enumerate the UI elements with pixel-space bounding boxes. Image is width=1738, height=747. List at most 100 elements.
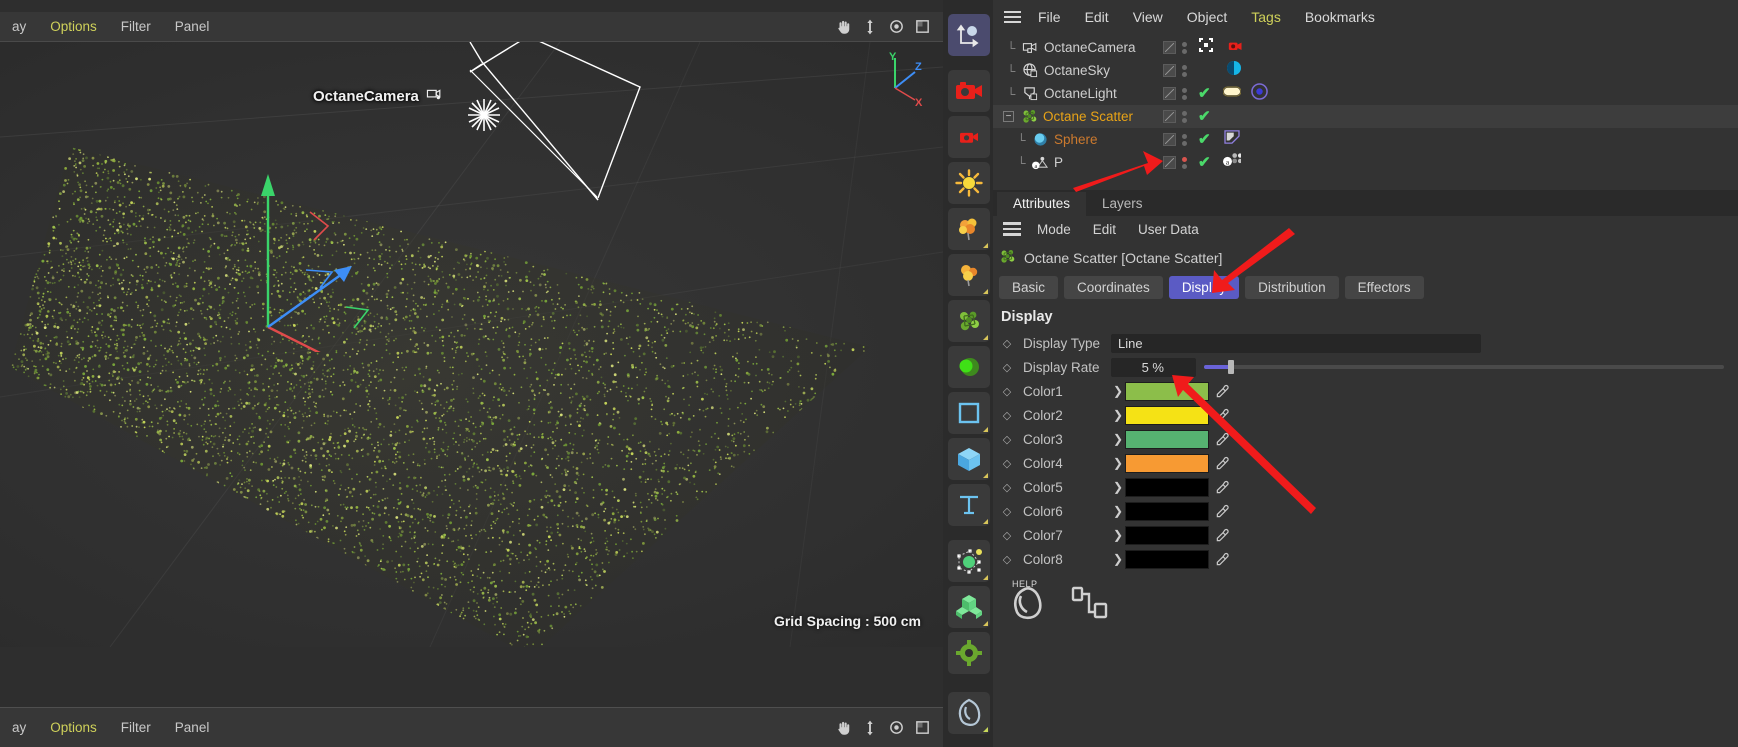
object-manager[interactable]: └ OctaneCamera └ OctaneSky └ OctaneLight…	[993, 34, 1738, 190]
rotate-icon-bottom[interactable]	[883, 715, 909, 741]
keyframe-diamond-icon[interactable]: ◇	[999, 385, 1015, 398]
object-row-octane-scatter[interactable]: − Octane Scatter ✔	[993, 105, 1738, 128]
keyframe-diamond-icon[interactable]: ◇	[999, 361, 1015, 374]
object-tags[interactable]	[1163, 60, 1242, 81]
object-tags[interactable]: ✔	[1163, 130, 1240, 149]
slider-track[interactable]	[1204, 365, 1724, 369]
eyedropper-icon[interactable]	[1209, 504, 1235, 519]
tree-scatter-orange2-icon[interactable]	[948, 254, 990, 296]
expand-collapse-icon[interactable]: −	[1003, 111, 1014, 122]
keyframe-diamond-icon[interactable]: ◇	[999, 553, 1015, 566]
eyedropper-icon[interactable]	[1209, 456, 1235, 471]
color-swatch-4[interactable]	[1125, 454, 1209, 473]
octane-logo-icon[interactable]	[948, 692, 990, 734]
visibility-dots[interactable]	[1182, 42, 1187, 54]
property-row-color5[interactable]: ◇ Color5 ❯	[993, 475, 1738, 499]
subtab-coordinates[interactable]: Coordinates	[1064, 276, 1163, 299]
cloner-green-icon[interactable]	[948, 586, 990, 628]
property-row-color6[interactable]: ◇ Color6 ❯	[993, 499, 1738, 523]
subtab-basic[interactable]: Basic	[999, 276, 1058, 299]
viewport-bottom-menu-panel[interactable]: Panel	[163, 720, 222, 735]
viewport-bottom-menu-filter[interactable]: Filter	[109, 720, 163, 735]
viewport-menu-options[interactable]: Options	[38, 19, 109, 34]
visibility-dots[interactable]	[1182, 88, 1187, 100]
menu-burger-icon[interactable]	[999, 4, 1025, 30]
viewport-canvas[interactable]: OctaneCamera Grid Spacing : 500 cm Y Z X	[0, 42, 943, 647]
chevron-right-icon[interactable]: ❯	[1111, 552, 1125, 566]
object-axis-handles[interactable]	[250, 152, 420, 352]
move-vertical-icon[interactable]	[857, 14, 883, 40]
eyedropper-icon[interactable]	[1209, 528, 1235, 543]
visibility-dots[interactable]	[1182, 134, 1187, 146]
enabled-check-icon[interactable]: ✔	[1198, 109, 1211, 124]
property-row-color1[interactable]: ◇ Color1 ❯	[993, 379, 1738, 403]
attr-menu-edit[interactable]: Edit	[1083, 220, 1126, 239]
axis-object-icon[interactable]	[948, 14, 990, 56]
keyframe-diamond-icon[interactable]: ◇	[999, 433, 1015, 446]
eyedropper-icon[interactable]	[1209, 384, 1235, 399]
subtab-distribution[interactable]: Distribution	[1245, 276, 1339, 299]
keyframe-diamond-icon[interactable]: ◇	[999, 337, 1015, 350]
light-tag-icon[interactable]	[1223, 85, 1241, 103]
visibility-checkbox[interactable]	[1163, 64, 1176, 77]
color-swatch-8[interactable]	[1125, 550, 1209, 569]
color-swatch-3[interactable]	[1125, 430, 1209, 449]
frame-icon-bottom[interactable]	[909, 715, 935, 741]
color-swatch-2[interactable]	[1125, 406, 1209, 425]
chevron-right-icon[interactable]: ❯	[1111, 456, 1125, 470]
visibility-checkbox[interactable]	[1163, 110, 1176, 123]
menu-object[interactable]: Object	[1176, 6, 1238, 28]
camera-small-icon[interactable]	[948, 116, 990, 158]
property-row-color4[interactable]: ◇ Color4 ❯	[993, 451, 1738, 475]
tab-attributes[interactable]: Attributes	[997, 192, 1086, 216]
attributes-burger-icon[interactable]	[999, 219, 1025, 239]
menu-bookmarks[interactable]: Bookmarks	[1294, 6, 1386, 28]
viewport-bottom-menu-display[interactable]: ay	[0, 720, 38, 735]
tree-scatter-orange-icon[interactable]	[948, 208, 990, 250]
eyedropper-icon[interactable]	[1209, 552, 1235, 567]
chevron-right-icon[interactable]: ❯	[1111, 408, 1125, 422]
viewport-menu-filter[interactable]: Filter	[109, 19, 163, 34]
property-row-display-rate[interactable]: ◇ Display Rate 5 %	[993, 355, 1738, 379]
menu-view[interactable]: View	[1122, 6, 1174, 28]
property-row-color2[interactable]: ◇ Color2 ❯	[993, 403, 1738, 427]
property-row-display-type[interactable]: ◇ Display Type Line	[993, 331, 1738, 355]
node-editor-icon[interactable]	[1071, 586, 1109, 625]
rotate-icon[interactable]	[883, 14, 909, 40]
color-swatch-7[interactable]	[1125, 526, 1209, 545]
object-row-sphere[interactable]: └ Sphere ✔	[993, 128, 1738, 151]
chevron-right-icon[interactable]: ❯	[1111, 480, 1125, 494]
property-row-color8[interactable]: ◇ Color8 ❯	[993, 547, 1738, 571]
subtab-display[interactable]: Display	[1169, 276, 1239, 299]
sun-light-icon[interactable]	[948, 162, 990, 204]
enabled-check-icon[interactable]: ✔	[1198, 86, 1211, 101]
visibility-dots[interactable]	[1182, 111, 1187, 123]
display-rate-slider[interactable]	[1204, 355, 1724, 379]
eyedropper-icon[interactable]	[1209, 432, 1235, 447]
property-row-color7[interactable]: ◇ Color7 ❯	[993, 523, 1738, 547]
slider-knob[interactable]	[1228, 360, 1234, 374]
render-target-icon[interactable]	[1199, 38, 1213, 57]
object-tags[interactable]: ✔	[1163, 83, 1268, 105]
display-type-dropdown[interactable]: Line	[1111, 334, 1481, 353]
hand-icon-bottom[interactable]	[831, 715, 857, 741]
keyframe-diamond-icon[interactable]: ◇	[999, 457, 1015, 470]
sphere-green-icon[interactable]	[948, 346, 990, 388]
object-tags[interactable]: ✔	[1163, 109, 1211, 124]
scatter-green-icon[interactable]	[948, 300, 990, 342]
subtab-effectors[interactable]: Effectors	[1345, 276, 1424, 299]
visibility-dots[interactable]	[1182, 65, 1187, 77]
hand-icon[interactable]	[831, 14, 857, 40]
visibility-checkbox[interactable]	[1163, 133, 1176, 146]
square-primitive-icon[interactable]	[948, 392, 990, 434]
camera-red-icon[interactable]	[948, 70, 990, 112]
visibility-checkbox[interactable]	[1163, 87, 1176, 100]
menu-file[interactable]: File	[1027, 6, 1072, 28]
frame-icon[interactable]	[909, 14, 935, 40]
visibility-dots[interactable]	[1182, 157, 1187, 169]
keyframe-diamond-icon[interactable]: ◇	[999, 529, 1015, 542]
object-row-octanesky[interactable]: └ OctaneSky	[993, 59, 1738, 82]
property-row-color3[interactable]: ◇ Color3 ❯	[993, 427, 1738, 451]
chevron-right-icon[interactable]: ❯	[1111, 528, 1125, 542]
viewport-menu-display[interactable]: ay	[0, 19, 38, 34]
